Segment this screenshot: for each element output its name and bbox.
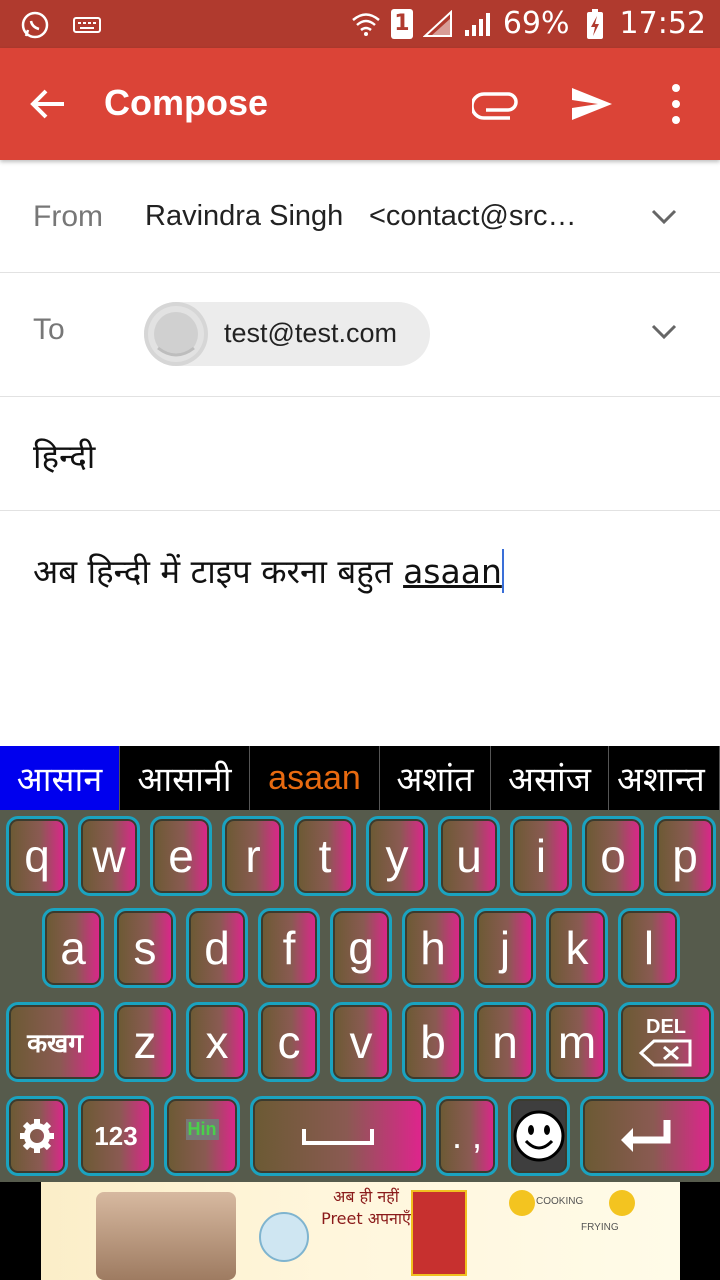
from-label: From <box>33 200 103 233</box>
composing-word: asaan <box>403 552 502 591</box>
space-bar-icon <box>302 1129 374 1145</box>
key-p[interactable]: p <box>654 816 716 896</box>
avatar <box>144 302 208 366</box>
suggestion-item[interactable]: अशांत <box>380 746 491 810</box>
back-arrow-icon[interactable] <box>28 84 68 124</box>
status-bar: 1 69% 17:52 <box>0 0 720 48</box>
key-h[interactable]: h <box>402 908 464 988</box>
enter-icon <box>621 1120 671 1152</box>
key-u[interactable]: u <box>438 816 500 896</box>
key-s[interactable]: s <box>114 908 176 988</box>
page-title: Compose <box>104 82 269 123</box>
key-y[interactable]: y <box>366 816 428 896</box>
suggestion-item[interactable]: असांज <box>491 746 609 810</box>
chevron-down-icon[interactable] <box>650 208 678 226</box>
key-d[interactable]: d <box>186 908 248 988</box>
subject-field[interactable]: हिन्दी <box>0 397 720 511</box>
to-label: To <box>33 313 65 346</box>
ad-banner-area: अब ही नहीं Preet अपनाएँ COOKING FRYING i <box>0 1182 720 1280</box>
language-key-label: Hin <box>185 1118 219 1140</box>
key-c[interactable]: c <box>258 1002 320 1082</box>
body-text: अब हिन्दी में टाइप करना बहुत <box>33 552 404 591</box>
key-j[interactable]: j <box>474 908 536 988</box>
key-r[interactable]: r <box>222 816 284 896</box>
settings-key[interactable] <box>6 1096 68 1176</box>
ad-bullet-icon <box>509 1190 535 1216</box>
signal-icon <box>422 9 453 39</box>
key-v[interactable]: v <box>330 1002 392 1082</box>
backspace-icon <box>638 1039 692 1067</box>
key-i[interactable]: i <box>510 816 572 896</box>
gear-icon <box>20 1119 54 1153</box>
ad-badge <box>259 1212 309 1262</box>
battery-charging-icon <box>580 8 610 39</box>
ad-photo <box>96 1192 236 1280</box>
suggestion-item[interactable]: अशान्त <box>609 746 720 810</box>
key-f[interactable]: f <box>258 908 320 988</box>
wifi-icon <box>351 9 381 39</box>
key-l[interactable]: l <box>618 908 680 988</box>
keyboard-icon <box>72 10 102 40</box>
suggestion-bar: आसान आसानी asaan अशांत असांज अशान्त <box>0 746 720 810</box>
key-g[interactable]: g <box>330 908 392 988</box>
ad-hindi-text: अब ही नहीं Preet अपनाएँ <box>321 1187 411 1228</box>
keyboard: q w e r t y u i o p a s d f g h j k l कख… <box>0 810 720 1182</box>
key-a[interactable]: a <box>42 908 104 988</box>
from-email: <contact@src… <box>369 200 577 232</box>
subject-text: हिन्दी <box>33 437 96 476</box>
key-m[interactable]: m <box>546 1002 608 1082</box>
signal-bars-icon <box>463 9 493 39</box>
recipient-email: test@test.com <box>224 318 397 348</box>
more-vert-icon[interactable] <box>664 82 688 126</box>
suggestion-item[interactable]: आसान <box>0 746 120 810</box>
attach-icon[interactable] <box>470 86 520 122</box>
key-z[interactable]: z <box>114 1002 176 1082</box>
key-b[interactable]: b <box>402 1002 464 1082</box>
smiley-icon <box>513 1110 565 1162</box>
punctuation-key[interactable]: . , <box>436 1096 498 1176</box>
app-bar: Compose <box>0 48 720 160</box>
chevron-down-icon[interactable] <box>650 323 678 341</box>
numbers-key[interactable]: 123 <box>78 1096 154 1176</box>
delete-key[interactable]: DEL <box>618 1002 714 1082</box>
clock: 17:52 <box>619 6 706 41</box>
key-x[interactable]: x <box>186 1002 248 1082</box>
suggestion-item[interactable]: आसानी <box>120 746 250 810</box>
ad-banner[interactable]: अब ही नहीं Preet अपनाएँ COOKING FRYING i <box>41 1182 680 1280</box>
ad-label-frying: FRYING <box>581 1222 619 1233</box>
space-key[interactable] <box>250 1096 426 1176</box>
language-key[interactable]: Hin <box>164 1096 240 1176</box>
send-icon[interactable] <box>568 80 616 128</box>
whatsapp-icon <box>20 10 50 40</box>
from-row[interactable]: From Ravindra Singh <contact@src… <box>0 160 720 273</box>
to-row[interactable]: To test@test.com <box>0 273 720 397</box>
key-k[interactable]: k <box>546 908 608 988</box>
emoji-key[interactable] <box>508 1096 570 1176</box>
key-t[interactable]: t <box>294 816 356 896</box>
sim-icon: 1 <box>390 8 413 39</box>
suggestion-item[interactable]: asaan <box>250 746 380 810</box>
text-cursor <box>501 549 504 593</box>
battery-percent: 69% <box>502 6 570 41</box>
ad-label-cooking: COOKING <box>536 1196 584 1207</box>
delete-key-label: DEL <box>646 1016 686 1038</box>
devanagari-switch-key[interactable]: कखग <box>6 1002 104 1082</box>
key-n[interactable]: n <box>474 1002 536 1082</box>
compose-body[interactable]: अब हिन्दी में टाइप करना बहुत asaan <box>33 548 504 593</box>
ad-bullet-icon <box>609 1190 635 1216</box>
from-name: Ravindra Singh <box>145 200 344 232</box>
key-w[interactable]: w <box>78 816 140 896</box>
recipient-chip[interactable]: test@test.com <box>144 302 430 366</box>
key-e[interactable]: e <box>150 816 212 896</box>
enter-key[interactable] <box>580 1096 714 1176</box>
key-o[interactable]: o <box>582 816 644 896</box>
ad-product-pack <box>411 1190 467 1276</box>
key-q[interactable]: q <box>6 816 68 896</box>
